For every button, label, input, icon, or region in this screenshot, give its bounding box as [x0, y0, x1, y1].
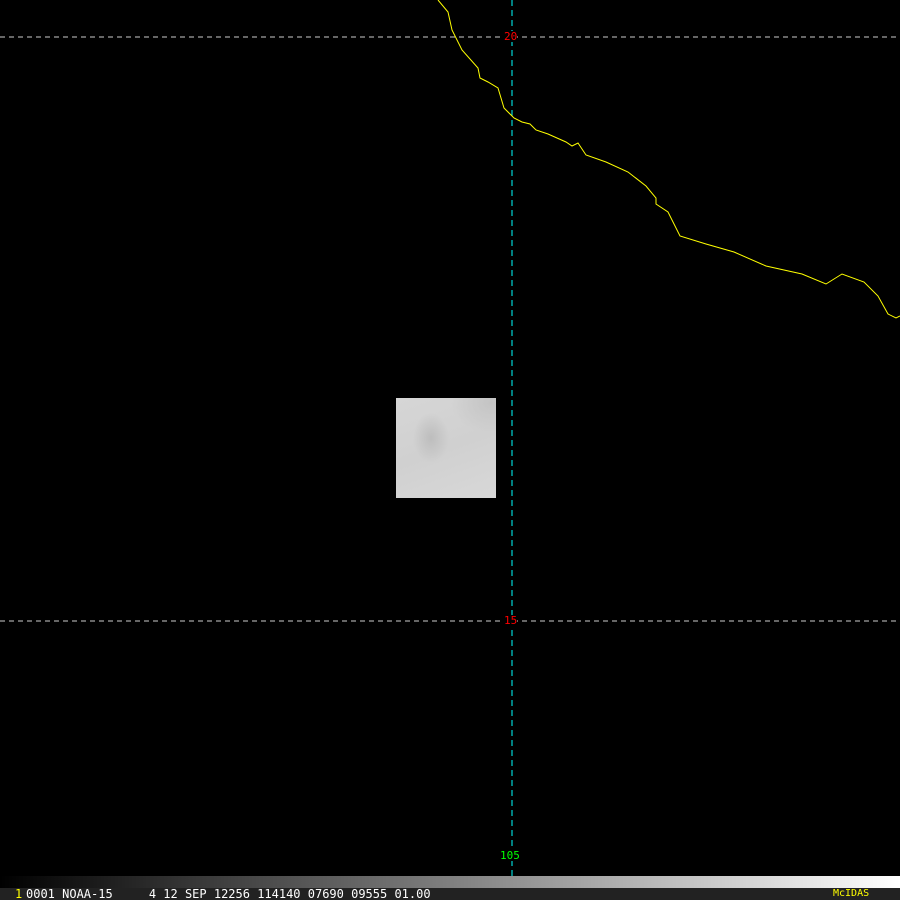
image-info-text: 0001 NOAA-15 4 12 SEP 12256 114140 07690…	[26, 887, 431, 900]
latitude-label-15: 15	[504, 614, 518, 627]
longitude-label-105: 105	[500, 849, 520, 862]
latitude-label-20: 20	[504, 30, 518, 43]
satellite-image-display: 20 15 105 1 0001 NOAA-15 4 12 SEP 12256 …	[0, 0, 900, 900]
frame-number: 1	[15, 887, 23, 900]
satellite-imagery-patch	[396, 398, 496, 498]
coastline	[437, 0, 900, 319]
mcidas-logo: McIDAS	[833, 888, 870, 899]
